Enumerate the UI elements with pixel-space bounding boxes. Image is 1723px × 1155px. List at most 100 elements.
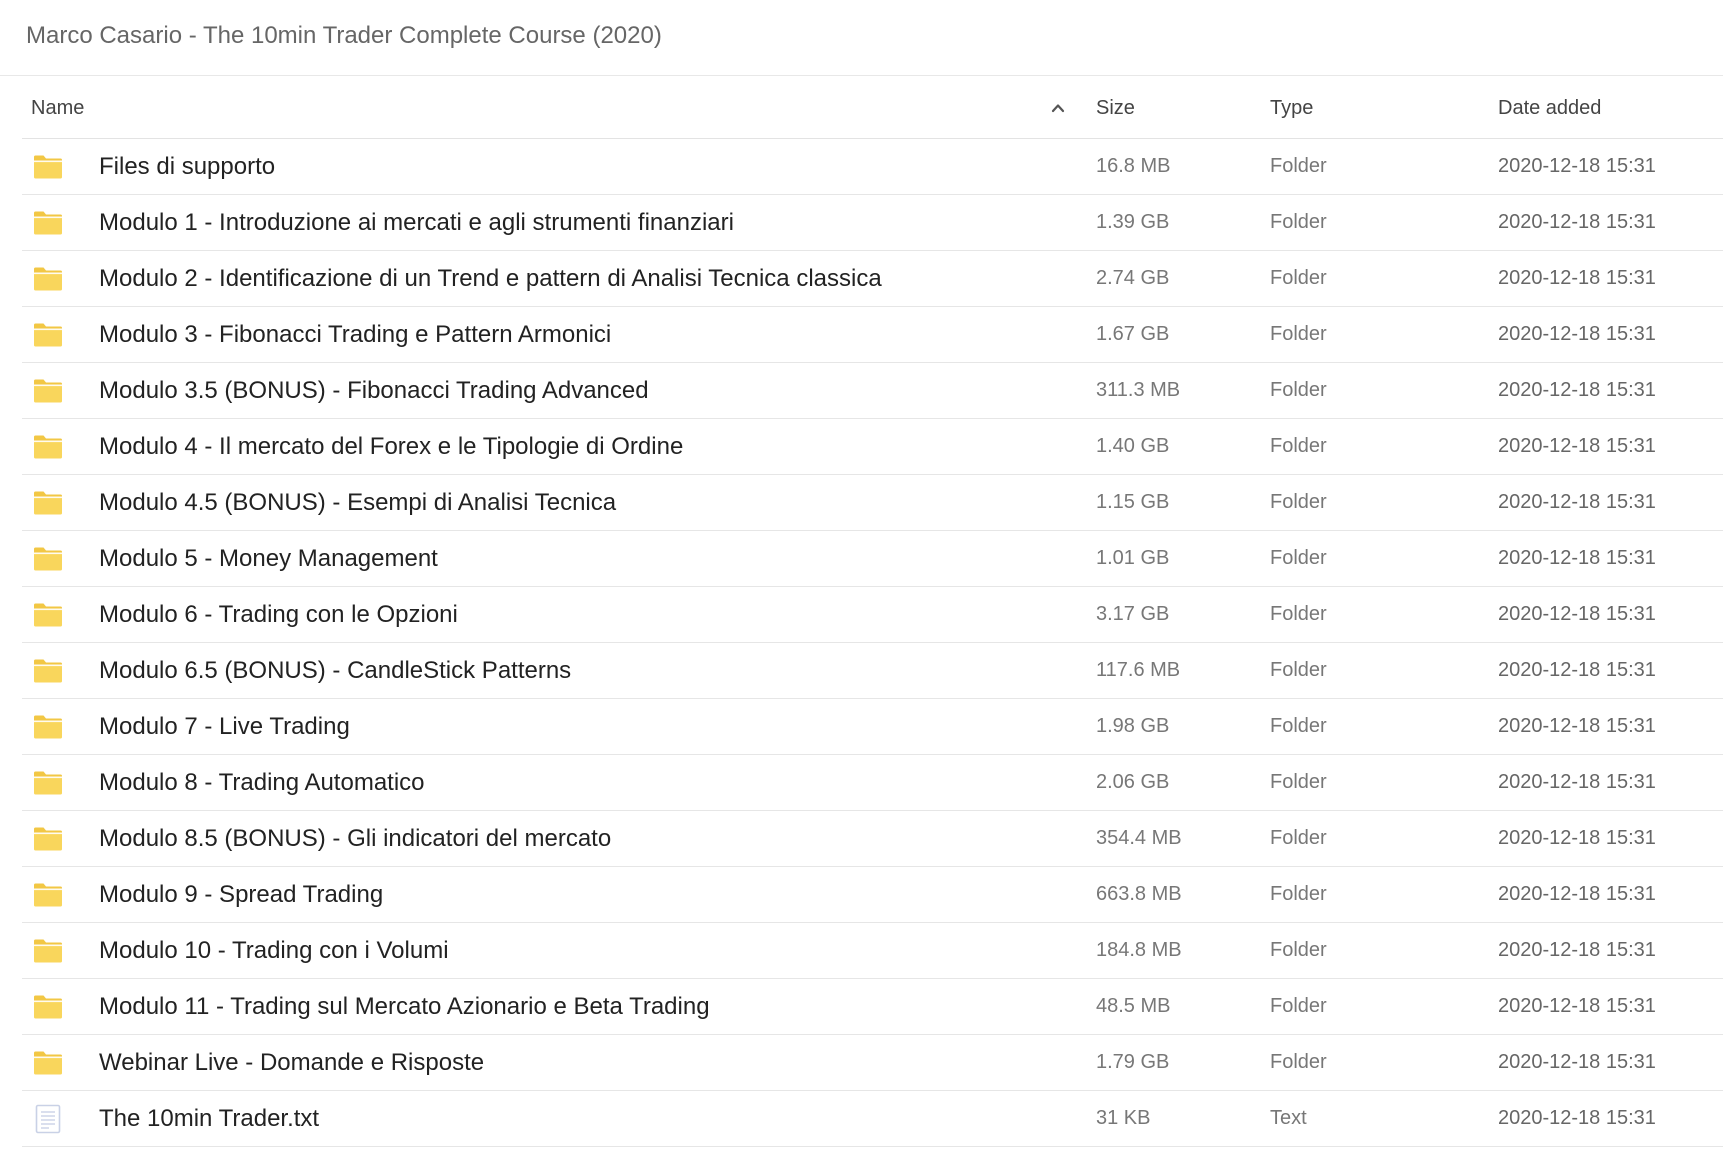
folder-icon bbox=[32, 825, 64, 853]
table-row[interactable]: Modulo 8.5 (BONUS) - Gli indicatori del … bbox=[22, 811, 1723, 867]
file-type: Folder bbox=[1270, 715, 1327, 737]
date-added: 2020-12-18 15:31 bbox=[1498, 379, 1656, 401]
file-type: Folder bbox=[1270, 155, 1327, 177]
table-body: Files di supporto 16.8 MB Folder 2020-12… bbox=[22, 139, 1723, 1147]
table-row[interactable]: Modulo 1 - Introduzione ai mercati e agl… bbox=[22, 195, 1723, 251]
file-name[interactable]: Modulo 3.5 (BONUS) - Fibonacci Trading A… bbox=[99, 377, 649, 405]
file-type: Folder bbox=[1270, 771, 1327, 793]
date-added: 2020-12-18 15:31 bbox=[1498, 323, 1656, 345]
column-header-type[interactable]: Type bbox=[1270, 97, 1498, 120]
name-cell: Modulo 4 - Il mercato del Forex e le Tip… bbox=[22, 433, 1096, 461]
name-cell: Modulo 10 - Trading con i Volumi bbox=[22, 937, 1096, 965]
folder-icon bbox=[32, 601, 64, 629]
file-table: Name Size Type Date added Files di suppo… bbox=[22, 78, 1723, 1147]
table-row[interactable]: Modulo 3.5 (BONUS) - Fibonacci Trading A… bbox=[22, 363, 1723, 419]
date-added: 2020-12-18 15:31 bbox=[1498, 547, 1656, 569]
folder-icon bbox=[32, 433, 64, 461]
file-name[interactable]: Modulo 9 - Spread Trading bbox=[99, 881, 383, 909]
file-name[interactable]: Modulo 8.5 (BONUS) - Gli indicatori del … bbox=[99, 825, 611, 853]
file-name[interactable]: Modulo 10 - Trading con i Volumi bbox=[99, 937, 449, 965]
date-added: 2020-12-18 15:31 bbox=[1498, 1107, 1656, 1129]
folder-icon bbox=[32, 489, 64, 517]
file-name[interactable]: Modulo 6.5 (BONUS) - CandleStick Pattern… bbox=[99, 657, 571, 685]
breadcrumb: Marco Casario - The 10min Trader Complet… bbox=[26, 21, 662, 49]
file-name[interactable]: Files di supporto bbox=[99, 153, 275, 181]
file-size: 1.79 GB bbox=[1096, 1051, 1170, 1073]
file-type: Folder bbox=[1270, 211, 1327, 233]
table-row[interactable]: Modulo 6 - Trading con le Opzioni 3.17 G… bbox=[22, 587, 1723, 643]
file-size: 663.8 MB bbox=[1096, 883, 1182, 905]
file-size: 3.17 GB bbox=[1096, 603, 1170, 625]
table-row[interactable]: Modulo 11 - Trading sul Mercato Azionari… bbox=[22, 979, 1723, 1035]
file-name[interactable]: Modulo 3 - Fibonacci Trading e Pattern A… bbox=[99, 321, 611, 349]
file-name[interactable]: Modulo 5 - Money Management bbox=[99, 545, 438, 573]
file-name[interactable]: Modulo 8 - Trading Automatico bbox=[99, 769, 425, 797]
date-added: 2020-12-18 15:31 bbox=[1498, 771, 1656, 793]
name-cell: Modulo 3.5 (BONUS) - Fibonacci Trading A… bbox=[22, 377, 1096, 405]
name-cell: Webinar Live - Domande e Risposte bbox=[22, 1049, 1096, 1077]
file-name[interactable]: Webinar Live - Domande e Risposte bbox=[99, 1049, 484, 1077]
name-cell: Modulo 6.5 (BONUS) - CandleStick Pattern… bbox=[22, 657, 1096, 685]
table-row[interactable]: Modulo 2 - Identificazione di un Trend e… bbox=[22, 251, 1723, 307]
date-added: 2020-12-18 15:31 bbox=[1498, 827, 1656, 849]
file-name[interactable]: The 10min Trader.txt bbox=[99, 1105, 319, 1133]
file-name[interactable]: Modulo 1 - Introduzione ai mercati e agl… bbox=[99, 209, 734, 237]
date-added: 2020-12-18 15:31 bbox=[1498, 491, 1656, 513]
file-name[interactable]: Modulo 7 - Live Trading bbox=[99, 713, 350, 741]
folder-icon bbox=[32, 993, 64, 1021]
file-size: 1.67 GB bbox=[1096, 323, 1170, 345]
file-type: Folder bbox=[1270, 659, 1327, 681]
file-type: Folder bbox=[1270, 827, 1327, 849]
file-type: Text bbox=[1270, 1107, 1307, 1129]
file-size: 16.8 MB bbox=[1096, 155, 1171, 177]
name-cell: Modulo 2 - Identificazione di un Trend e… bbox=[22, 265, 1096, 293]
file-size: 184.8 MB bbox=[1096, 939, 1182, 961]
folder-icon bbox=[32, 377, 64, 405]
table-row[interactable]: Modulo 7 - Live Trading 1.98 GB Folder 2… bbox=[22, 699, 1723, 755]
text-file-icon bbox=[32, 1104, 64, 1133]
column-header-size[interactable]: Size bbox=[1096, 97, 1270, 120]
table-row[interactable]: Modulo 9 - Spread Trading 663.8 MB Folde… bbox=[22, 867, 1723, 923]
table-row[interactable]: Modulo 8 - Trading Automatico 2.06 GB Fo… bbox=[22, 755, 1723, 811]
table-row[interactable]: Modulo 4 - Il mercato del Forex e le Tip… bbox=[22, 419, 1723, 475]
name-cell: Files di supporto bbox=[22, 153, 1096, 181]
file-type: Folder bbox=[1270, 1051, 1327, 1073]
folder-icon bbox=[32, 321, 64, 349]
file-size: 1.15 GB bbox=[1096, 491, 1170, 513]
name-cell: Modulo 11 - Trading sul Mercato Azionari… bbox=[22, 993, 1096, 1021]
date-added: 2020-12-18 15:31 bbox=[1498, 155, 1656, 177]
folder-icon bbox=[32, 265, 64, 293]
file-name[interactable]: Modulo 4.5 (BONUS) - Esempi di Analisi T… bbox=[99, 489, 616, 517]
name-cell: Modulo 4.5 (BONUS) - Esempi di Analisi T… bbox=[22, 489, 1096, 517]
table-row[interactable]: Modulo 5 - Money Management 1.01 GB Fold… bbox=[22, 531, 1723, 587]
file-name[interactable]: Modulo 2 - Identificazione di un Trend e… bbox=[99, 265, 882, 293]
table-row[interactable]: Modulo 3 - Fibonacci Trading e Pattern A… bbox=[22, 307, 1723, 363]
file-size: 311.3 MB bbox=[1096, 379, 1181, 401]
file-size: 1.01 GB bbox=[1096, 547, 1170, 569]
table-row[interactable]: Modulo 4.5 (BONUS) - Esempi di Analisi T… bbox=[22, 475, 1723, 531]
date-added: 2020-12-18 15:31 bbox=[1498, 659, 1656, 681]
table-row[interactable]: Files di supporto 16.8 MB Folder 2020-12… bbox=[22, 139, 1723, 195]
table-row[interactable]: Modulo 6.5 (BONUS) - CandleStick Pattern… bbox=[22, 643, 1723, 699]
column-header-name[interactable]: Name bbox=[22, 97, 1096, 120]
file-name[interactable]: Modulo 6 - Trading con le Opzioni bbox=[99, 601, 458, 629]
date-added: 2020-12-18 15:31 bbox=[1498, 883, 1656, 905]
folder-icon bbox=[32, 713, 64, 741]
table-row[interactable]: The 10min Trader.txt 31 KB Text 2020-12-… bbox=[22, 1091, 1723, 1147]
file-size: 117.6 MB bbox=[1096, 659, 1181, 681]
folder-icon bbox=[32, 209, 64, 237]
file-name[interactable]: Modulo 4 - Il mercato del Forex e le Tip… bbox=[99, 433, 683, 461]
file-name[interactable]: Modulo 11 - Trading sul Mercato Azionari… bbox=[99, 993, 710, 1021]
name-cell: Modulo 9 - Spread Trading bbox=[22, 881, 1096, 909]
table-row[interactable]: Modulo 10 - Trading con i Volumi 184.8 M… bbox=[22, 923, 1723, 979]
column-header-date[interactable]: Date added bbox=[1498, 97, 1723, 120]
table-row[interactable]: Webinar Live - Domande e Risposte 1.79 G… bbox=[22, 1035, 1723, 1091]
folder-icon bbox=[32, 881, 64, 909]
folder-icon bbox=[32, 937, 64, 965]
chevron-up-icon[interactable] bbox=[1051, 101, 1065, 115]
file-size: 2.06 GB bbox=[1096, 771, 1170, 793]
name-cell: Modulo 1 - Introduzione ai mercati e agl… bbox=[22, 209, 1096, 237]
folder-icon bbox=[32, 1049, 64, 1077]
name-cell: Modulo 8.5 (BONUS) - Gli indicatori del … bbox=[22, 825, 1096, 853]
file-type: Folder bbox=[1270, 547, 1327, 569]
